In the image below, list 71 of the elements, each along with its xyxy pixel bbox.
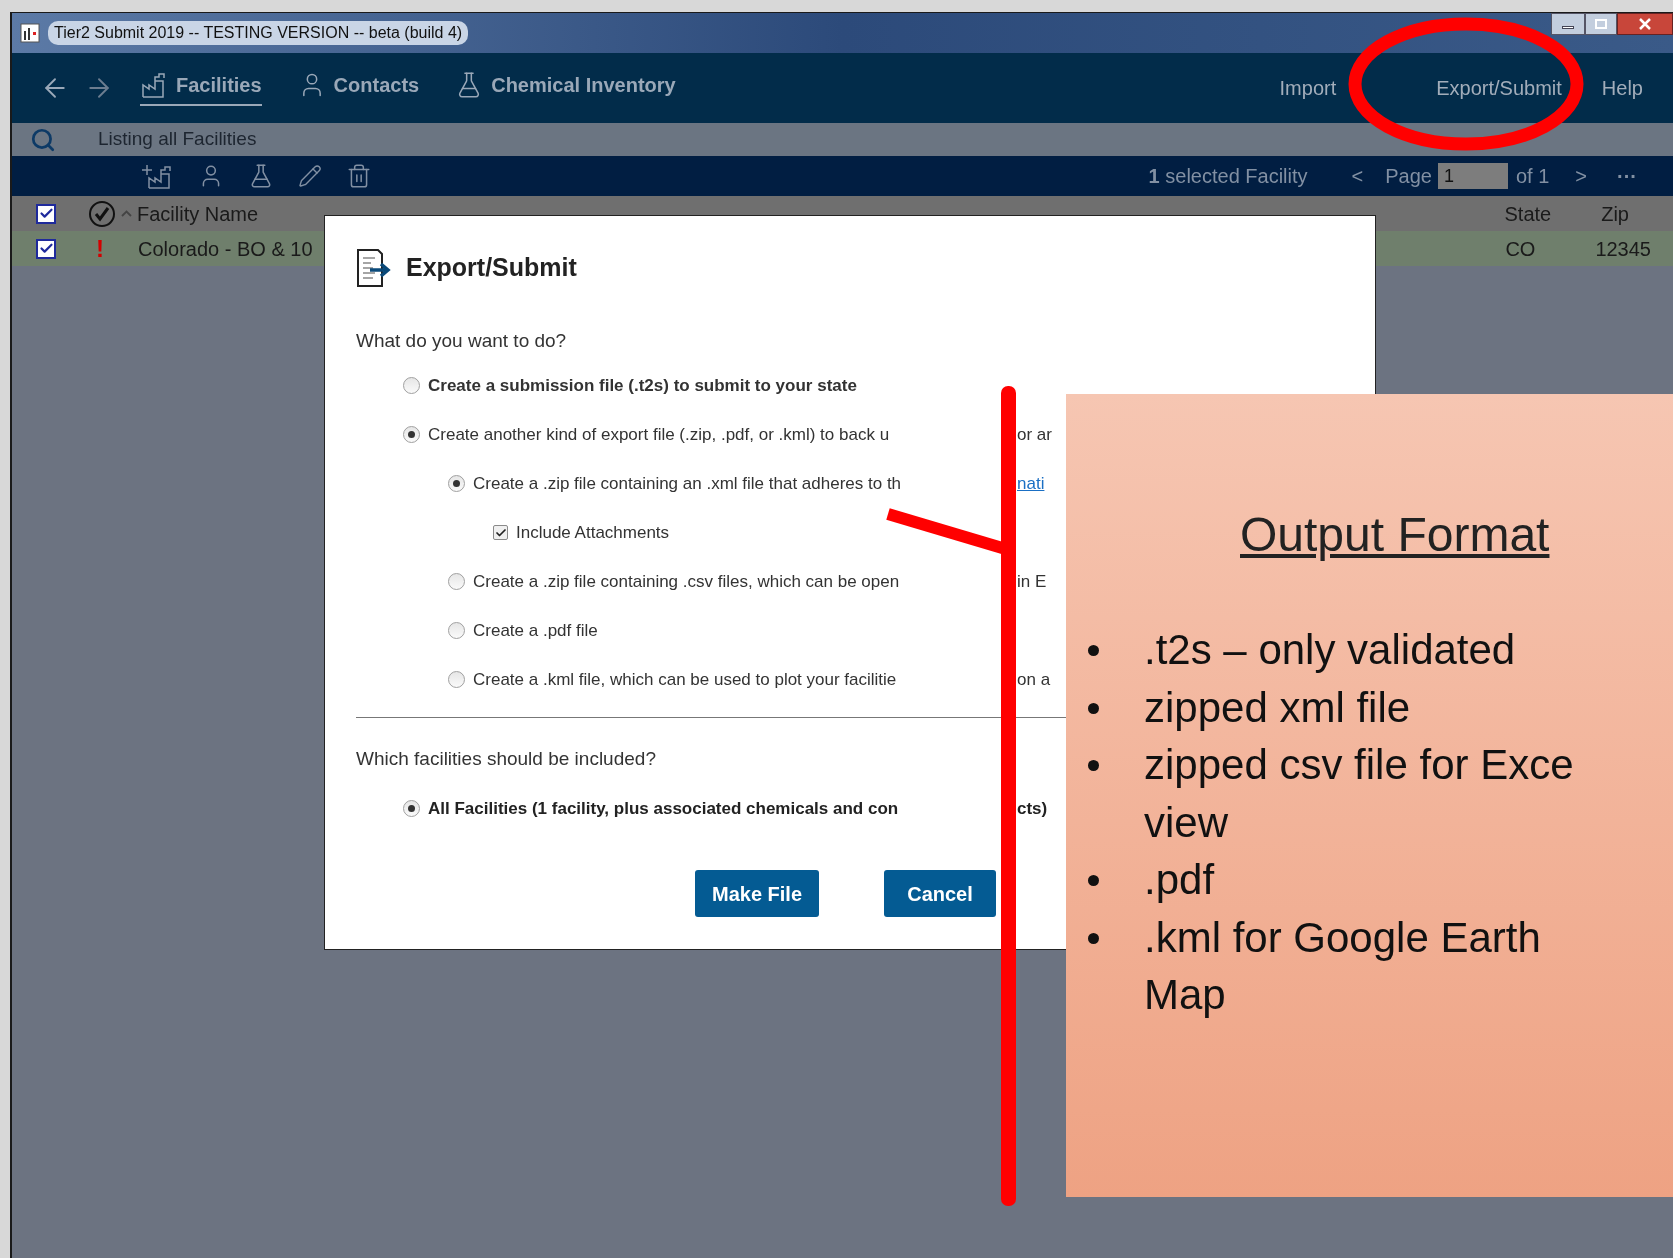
page-label: Page bbox=[1385, 164, 1432, 189]
option-label: cts) bbox=[1017, 798, 1048, 818]
radio-button[interactable] bbox=[448, 475, 465, 492]
previous-page-button[interactable]: < bbox=[1351, 161, 1364, 191]
option-label: Create a .kml file, which can be used to plot your facilitie bbox=[473, 668, 897, 691]
nav-tab[interactable]: Facilities bbox=[140, 70, 262, 106]
next-page-button[interactable]: > bbox=[1575, 161, 1587, 191]
checkbox[interactable] bbox=[493, 525, 508, 540]
option-label: Create a .zip file containing .csv files, which can be open bbox=[473, 570, 900, 593]
radio-button[interactable] bbox=[403, 377, 420, 394]
nav-link[interactable]: Help bbox=[1601, 73, 1643, 103]
column-header[interactable]: Zip bbox=[1601, 198, 1629, 229]
add-factory-icon[interactable] bbox=[140, 162, 174, 190]
bullet-text: .kml for Google Earth Map bbox=[1144, 912, 1541, 1020]
dialog-button[interactable]: Cancel bbox=[884, 870, 996, 917]
table-cell-text: 12345 bbox=[1595, 236, 1651, 262]
question-text: What do you want to do? bbox=[356, 328, 567, 353]
search-icon[interactable] bbox=[30, 126, 56, 153]
column-header[interactable]: Facility Name bbox=[137, 198, 259, 229]
radio-button[interactable] bbox=[448, 573, 465, 590]
option-label: Create another kind of export file (.zip, .pdf, or .kml) to back u bbox=[428, 423, 890, 446]
table-cell-text: CO bbox=[1505, 236, 1536, 262]
trash-icon[interactable] bbox=[346, 163, 372, 189]
nav-tab[interactable]: Chemical Inventory bbox=[455, 70, 676, 106]
sort-caret-icon bbox=[121, 210, 132, 217]
table-cell-text: Colorado - BO & 10 bbox=[138, 236, 313, 262]
dialog-button[interactable]: Make File bbox=[695, 870, 819, 917]
check-icon bbox=[494, 526, 507, 539]
checkbox-label: Include Attachments bbox=[516, 521, 670, 544]
warning-label: ! bbox=[96, 233, 105, 264]
link[interactable]: nati bbox=[1017, 473, 1045, 493]
app-icon bbox=[20, 23, 40, 43]
question-text: Which facilities should be included? bbox=[356, 746, 656, 771]
option-label: All Facilities (1 facility, plus associated chemicals and con bbox=[428, 797, 899, 820]
column-header[interactable]: State bbox=[1504, 198, 1552, 229]
option-label: Create a .zip file containing an .xml file that adheres to th bbox=[473, 472, 902, 495]
factory-icon bbox=[140, 71, 168, 99]
pencil-icon[interactable] bbox=[298, 164, 322, 188]
close-icon bbox=[1639, 18, 1651, 30]
radio-button[interactable] bbox=[403, 800, 420, 817]
nav-link[interactable]: Import bbox=[1279, 73, 1337, 103]
radio-button[interactable] bbox=[403, 426, 420, 443]
maximize-button[interactable] bbox=[1585, 13, 1617, 35]
option-label: Create a submission file (.t2s) to submit to your state bbox=[428, 374, 857, 397]
dialog-title: Export/Submit bbox=[406, 252, 577, 284]
check-circle-icon bbox=[88, 199, 116, 228]
checkbox[interactable] bbox=[36, 203, 56, 224]
bullet-text: zipped csv file for Exce view bbox=[1144, 740, 1574, 848]
radio-button[interactable] bbox=[448, 622, 465, 639]
window-title: Tier2 Submit 2019 -- TESTING VERSION -- beta (build 4) bbox=[48, 21, 469, 45]
nav-tab[interactable]: Contacts bbox=[297, 70, 420, 106]
search-text: Listing all Facilities bbox=[98, 127, 257, 152]
page-total: of 1 bbox=[1515, 164, 1550, 189]
check-icon bbox=[38, 241, 54, 256]
option-label: in E bbox=[1017, 571, 1047, 591]
more-button[interactable]: ··· bbox=[1617, 161, 1637, 191]
option-label: or ar bbox=[1017, 424, 1052, 444]
radio-button[interactable] bbox=[448, 671, 465, 688]
annotation-title: Output Format bbox=[1240, 507, 1550, 563]
checkbox[interactable] bbox=[36, 238, 56, 259]
bullet-text: .t2s – only validated bbox=[1144, 625, 1516, 675]
check-icon bbox=[38, 206, 54, 221]
selection-count: 1 selected Facility bbox=[1148, 164, 1308, 189]
minimize-button[interactable] bbox=[1551, 13, 1585, 35]
close-button[interactable] bbox=[1617, 13, 1673, 35]
page-input[interactable]: 1 bbox=[1437, 163, 1508, 189]
option-label: Create a .pdf file bbox=[473, 619, 598, 642]
nav-link[interactable]: Export/Submit bbox=[1436, 73, 1562, 103]
bullet-text: .pdf bbox=[1144, 855, 1215, 905]
bullet-text: zipped xml file bbox=[1144, 682, 1411, 733]
option-label: on a bbox=[1017, 669, 1051, 689]
